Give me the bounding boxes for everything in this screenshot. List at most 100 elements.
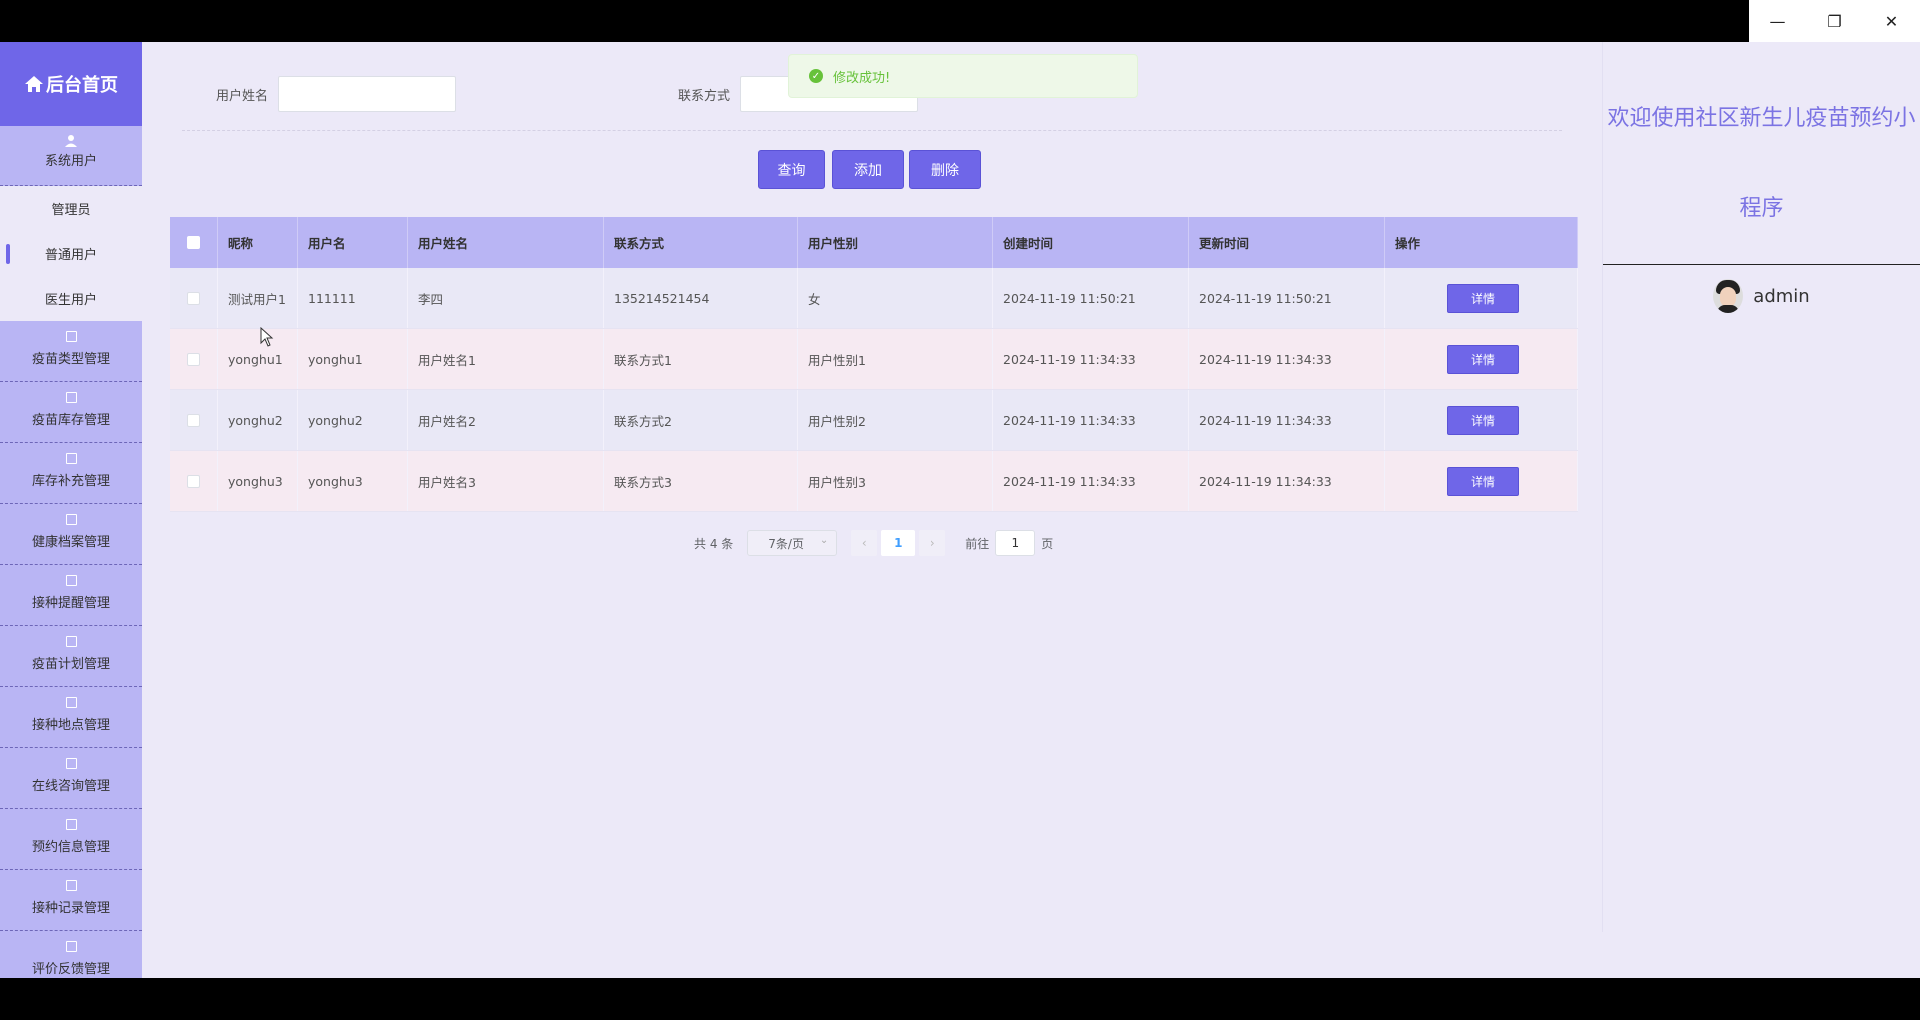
table-cell: 2024-11-19 11:34:33 <box>993 390 1189 450</box>
restore-button[interactable]: ❐ <box>1806 0 1863 42</box>
action-cell: 详情 <box>1385 268 1578 328</box>
sidebar-nav-label: 疫苗库存管理 <box>31 413 110 428</box>
home-icon <box>25 76 43 92</box>
menu-icon <box>65 941 77 952</box>
submenu-system-user: 管理员 普通用户 医生用户 <box>0 186 142 321</box>
query-button[interactable]: 查询 <box>758 150 825 189</box>
column-header: 用户名 <box>298 217 408 268</box>
toast-message: 修改成功! <box>833 70 891 86</box>
sidebar-nav-label: 接种提醒管理 <box>31 596 110 611</box>
search-name-input[interactable] <box>278 76 457 112</box>
pagination-total: 共 4 条 <box>694 536 734 551</box>
table-cell: yonghu2 <box>218 390 298 450</box>
next-page-button[interactable]: › <box>919 530 946 556</box>
table-cell: 用户姓名3 <box>408 451 604 511</box>
pagination-goto: 前往 1 页 <box>965 530 1053 556</box>
home-link[interactable]: 后台首页 <box>0 42 142 126</box>
menu-icon <box>65 697 77 708</box>
sidebar-nav-label: 接种地点管理 <box>31 718 110 733</box>
sidebar-nav-item[interactable]: 健康档案管理 <box>0 504 142 565</box>
table-body: 测试用户1 111111 李四 135214521454 女 2024-11-19 11:… <box>170 268 1578 512</box>
detail-button[interactable]: 详情 <box>1447 466 1519 496</box>
row-checkbox[interactable] <box>187 413 200 427</box>
sidebar-nav-list: 疫苗类型管理疫苗库存管理 库存补充管理 健康档案管理 接种提醒管理 疫苗计划管理 接种地点… <box>0 321 142 978</box>
sidebar-item-doctor-user[interactable]: 医生用户 <box>0 276 142 321</box>
table-cell: 2024-11-19 11:34:33 <box>1189 390 1385 450</box>
table-cell: yonghu1 <box>218 329 298 389</box>
select-all-checkbox[interactable] <box>187 236 200 249</box>
detail-button[interactable]: 详情 <box>1447 283 1519 313</box>
table-cell: 用户姓名2 <box>408 390 604 450</box>
pagination: 共 4 条 7条/页 ⌄ ‹ 1 › 前往 1 页 <box>694 529 1053 557</box>
page-size-value: 7条/页 <box>768 536 804 551</box>
sidebar-nav-item[interactable]: 疫苗类型管理 <box>0 321 142 382</box>
minimize-button[interactable]: — <box>1749 0 1806 42</box>
header-select-all-cell <box>170 217 218 268</box>
sidebar-item-admin[interactable]: 管理员 <box>0 186 142 231</box>
table-cell: yonghu1 <box>298 329 408 389</box>
row-select-cell <box>170 329 218 389</box>
table-row: yonghu2 yonghu2 用户姓名2 联系方式2 用户性别2 2024-11-19 … <box>170 390 1578 451</box>
table-cell: 111111 <box>298 268 408 328</box>
table-cell: 联系方式2 <box>604 390 798 450</box>
row-checkbox[interactable] <box>187 474 200 488</box>
sidebar-nav-label: 健康档案管理 <box>31 535 110 550</box>
table-cell: yonghu3 <box>298 451 408 511</box>
user-icon <box>65 135 77 147</box>
goto-page-input[interactable]: 1 <box>995 530 1036 556</box>
page-number-current[interactable]: 1 <box>881 530 916 556</box>
sidebar-nav-item[interactable]: 评价反馈管理 <box>0 931 142 978</box>
delete-button[interactable]: 删除 <box>909 150 981 189</box>
table-cell: 联系方式3 <box>604 451 798 511</box>
search-divider <box>182 130 1562 131</box>
row-checkbox[interactable] <box>187 352 200 366</box>
goto-label: 前往 <box>965 536 990 551</box>
column-header[interactable]: 更新时间 <box>1189 217 1385 268</box>
action-cell: 详情 <box>1385 390 1578 450</box>
sidebar-nav-label: 库存补充管理 <box>31 474 110 489</box>
sidebar-nav-label: 评价反馈管理 <box>31 962 110 977</box>
home-label: 后台首页 <box>46 75 118 96</box>
add-button[interactable]: 添加 <box>832 150 904 189</box>
sidebar-nav-label: 疫苗计划管理 <box>31 657 110 672</box>
row-select-cell <box>170 268 218 328</box>
table-cell: 2024-11-19 11:50:21 <box>1189 268 1385 328</box>
table-cell: yonghu2 <box>298 390 408 450</box>
row-checkbox[interactable] <box>187 291 200 305</box>
column-header[interactable]: 创建时间 <box>993 217 1189 268</box>
table-cell: 测试用户1 <box>218 268 298 328</box>
mouse-cursor-icon <box>260 327 274 347</box>
goto-suffix: 页 <box>1041 536 1054 551</box>
menu-icon <box>65 514 77 525</box>
sidebar-nav-item[interactable]: 在线咨询管理 <box>0 748 142 809</box>
prev-page-button[interactable]: ‹ <box>851 530 878 556</box>
sidebar-nav-item[interactable]: 预约信息管理 <box>0 809 142 870</box>
search-name-label: 用户姓名 <box>216 88 269 104</box>
table-cell: 2024-11-19 11:34:33 <box>1189 329 1385 389</box>
detail-button[interactable]: 详情 <box>1447 405 1519 435</box>
column-header: 操作 <box>1385 217 1578 268</box>
table-cell: 用户性别2 <box>798 390 993 450</box>
window-title-bar <box>0 0 1920 42</box>
column-header: 用户性别 <box>798 217 993 268</box>
sidebar-nav-item[interactable]: 接种地点管理 <box>0 687 142 748</box>
sidebar-nav-item[interactable]: 疫苗库存管理 <box>0 382 142 443</box>
sidebar-nav-label: 在线咨询管理 <box>31 779 110 794</box>
close-button[interactable]: ✕ <box>1863 0 1920 42</box>
menu-system-user-label: 系统用户 <box>44 154 97 169</box>
sidebar-nav-item[interactable]: 疫苗计划管理 <box>0 626 142 687</box>
table-cell: 李四 <box>408 268 604 328</box>
sidebar-nav-item[interactable]: 接种记录管理 <box>0 870 142 931</box>
sidebar-nav-item[interactable]: 库存补充管理 <box>0 443 142 504</box>
bottom-bar <box>0 978 1920 1020</box>
avatar[interactable] <box>1713 279 1744 313</box>
table-cell: 2024-11-19 11:34:33 <box>993 329 1189 389</box>
sidebar-item-normal-user[interactable]: 普通用户 <box>0 231 142 276</box>
sidebar: 后台首页 系统用户 管理员 普通用户 医生用户 疫苗类型管理疫苗库存管理 库存补充… <box>0 42 142 978</box>
sidebar-nav-item[interactable]: 接种提醒管理 <box>0 565 142 626</box>
welcome-text: 欢迎使用社区新生儿疫苗预约小程序 <box>1607 106 1916 221</box>
page-size-select[interactable]: 7条/页 ⌄ <box>747 530 838 556</box>
detail-button[interactable]: 详情 <box>1447 344 1519 374</box>
table-header: 昵称 用户名 用户姓名 联系方式 用户性别 创建时间 更新时间 操作 <box>170 217 1578 268</box>
menu-system-user[interactable]: 系统用户 <box>0 126 142 186</box>
